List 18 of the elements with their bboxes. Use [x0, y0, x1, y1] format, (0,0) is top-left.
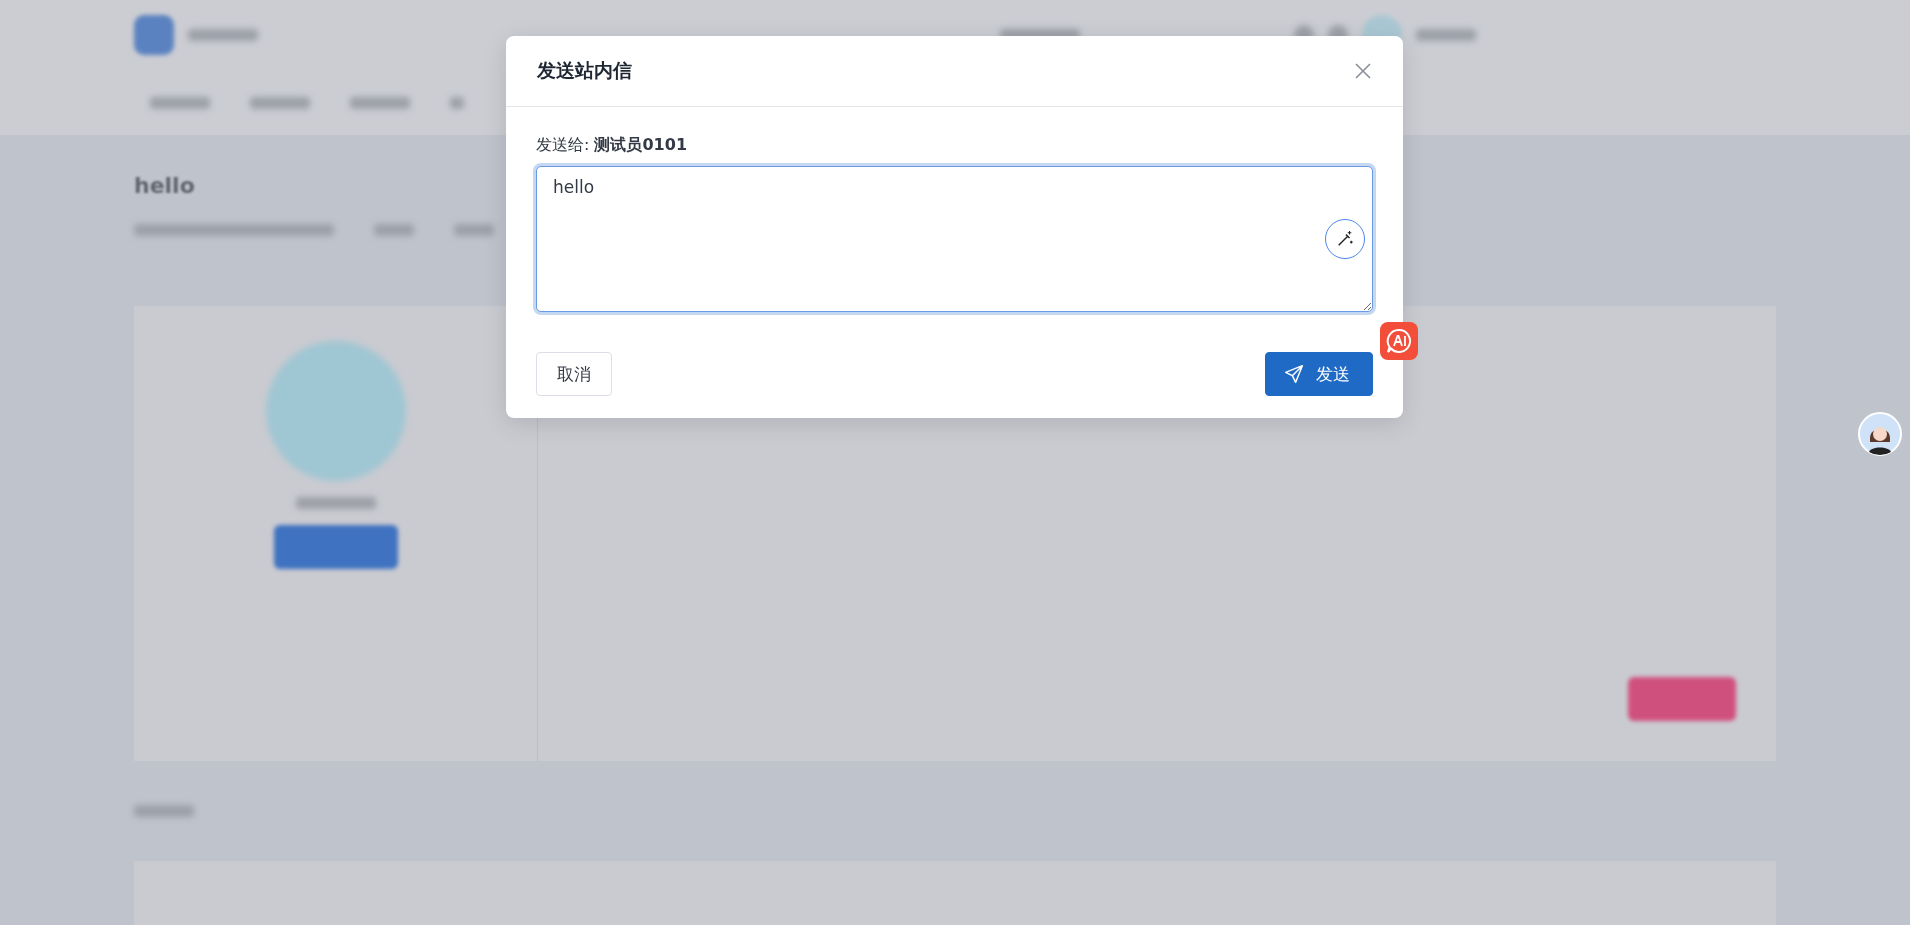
close-button[interactable] — [1353, 61, 1373, 81]
blurred-label — [454, 224, 494, 236]
blurred-label — [134, 805, 194, 817]
send-button[interactable]: 发送 — [1265, 352, 1373, 396]
message-field[interactable]: hello — [536, 166, 1373, 312]
paper-plane-icon — [1284, 364, 1304, 384]
dialog-title: 发送站内信 — [537, 58, 632, 83]
blurred-label — [374, 224, 414, 236]
blurred-label — [188, 29, 258, 41]
close-icon — [1353, 61, 1373, 81]
recipient-label: 发送给: 测试员0101 — [536, 135, 688, 156]
page-title: hello — [134, 173, 195, 198]
ai-badge-icon[interactable] — [1380, 322, 1418, 360]
logo-icon — [134, 15, 174, 55]
assistant-avatar-icon[interactable] — [1858, 412, 1902, 456]
blurred-label — [1416, 29, 1476, 41]
magic-wand-icon — [1336, 230, 1354, 248]
cancel-button[interactable]: 取消 — [536, 352, 612, 396]
